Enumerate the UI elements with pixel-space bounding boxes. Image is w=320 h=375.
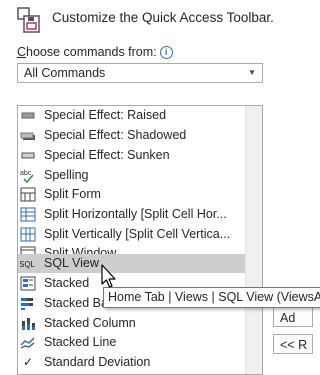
checkmark-icon: ✓: [23, 355, 34, 369]
dialog-title: Customize the Quick Access Toolbar.: [52, 10, 274, 25]
split-horizontal-icon: [20, 207, 36, 222]
add-button[interactable]: Ad: [273, 307, 313, 327]
commands-list[interactable]: Special Effect: Raised Special Effect: S…: [17, 105, 263, 375]
spelling-icon: abc: [20, 168, 36, 184]
stacked-column-icon: [20, 316, 36, 331]
chevron-down-icon: ▼: [248, 68, 256, 77]
remove-button[interactable]: << R: [273, 334, 313, 354]
choose-commands-dropdown[interactable]: All Commands ▼: [17, 63, 263, 83]
list-item[interactable]: Stacked Column: [18, 314, 246, 333]
stacked-bar-icon: [20, 296, 36, 311]
command-tooltip: Home Tab | Views | SQL View (ViewsAc: [103, 287, 320, 308]
list-item[interactable]: Special Effect: Shadowed: [18, 126, 246, 145]
quick-access-toolbar-icon: [17, 7, 43, 35]
stacked-icon: [20, 276, 36, 291]
list-item[interactable]: Split Form: [18, 185, 246, 204]
mouse-cursor-icon: [101, 264, 119, 292]
choose-commands-label: Choose commands from: i: [17, 45, 173, 59]
svg-text:abc: abc: [20, 170, 32, 177]
sunken-icon: [20, 148, 36, 163]
list-item[interactable]: abc Spelling: [18, 166, 246, 185]
split-vertical-icon: [20, 227, 36, 242]
stacked-line-icon: [20, 335, 36, 350]
split-form-icon: [20, 187, 36, 202]
list-item[interactable]: Split Horizontally [Split Cell Hor...: [18, 205, 246, 224]
list-item[interactable]: Special Effect: Sunken: [18, 146, 246, 165]
svg-text:SQL: SQL: [20, 260, 36, 269]
list-item[interactable]: Stacked Line: [18, 333, 246, 352]
list-item-selected[interactable]: SQL SQL View: [18, 254, 246, 273]
raised-icon: [20, 108, 36, 123]
sql-icon: SQL: [19, 256, 36, 271]
dropdown-selected-value: All Commands: [24, 66, 106, 80]
shadowed-icon: [20, 128, 36, 143]
list-item[interactable]: ✓ Standard Deviation: [18, 353, 246, 372]
commands-list-scrollbar[interactable]: [245, 106, 262, 374]
list-item[interactable]: Split Vertically [Split Cell Vertica...: [18, 225, 246, 244]
list-item[interactable]: Special Effect: Raised: [18, 106, 246, 125]
info-icon[interactable]: i: [159, 46, 173, 59]
